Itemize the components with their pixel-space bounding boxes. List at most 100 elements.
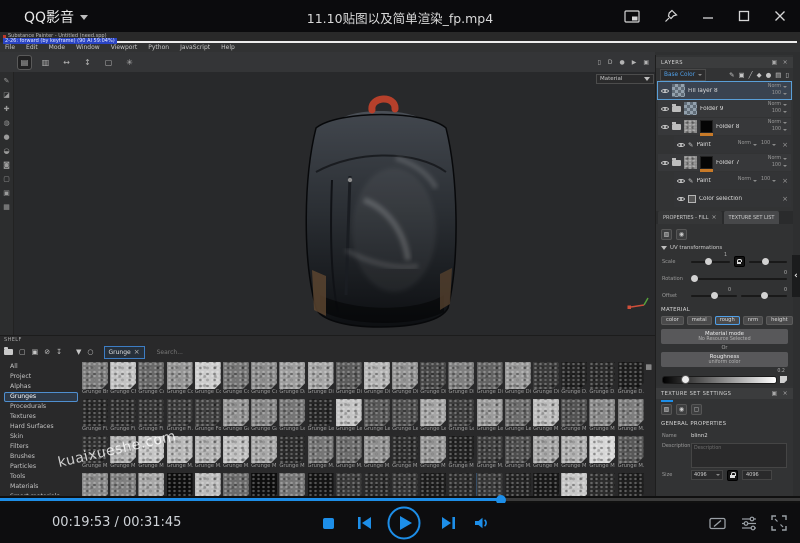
resource-tile[interactable]: Grunge Di.. [448, 362, 474, 396]
resource-tile[interactable]: Grunge Le.. [308, 399, 334, 433]
resource-tile[interactable]: Grunge Di.. [533, 362, 559, 396]
material-mode-button[interactable]: Material mode No Resource Selected [661, 329, 788, 344]
layer-row[interactable]: ✎ Fill layer 8 Norm 100 × [658, 82, 791, 99]
close-icon[interactable]: × [783, 391, 788, 397]
resource-tile[interactable]: Grunge Co.. [251, 362, 277, 396]
channel-chip[interactable]: color [661, 316, 684, 325]
resource-tile[interactable]: Grunge Di.. [392, 362, 418, 396]
layer-content-thumbnail[interactable] [684, 120, 697, 133]
resource-tile[interactable]: Grunge Le.. [336, 399, 362, 433]
close-icon[interactable]: × [783, 60, 788, 66]
resource-tile[interactable]: Grunge S.. [279, 473, 305, 497]
channel-filter-dropdown[interactable]: Base Color [660, 69, 706, 81]
shelf-category[interactable]: Grunges [4, 392, 78, 402]
add-folder-icon[interactable]: ▤ [775, 71, 781, 79]
layer-row[interactable]: ✎ Paint Norm 100 × [674, 172, 791, 189]
resource-tile[interactable]: Grunge S.. [618, 473, 644, 497]
resource-tile[interactable]: Grunge Le.. [279, 399, 305, 433]
undock-icon[interactable]: ▣ [771, 60, 777, 66]
resource-tile[interactable]: Grunge S.. [336, 473, 362, 497]
visibility-eye-icon[interactable] [661, 123, 669, 131]
resource-tile[interactable]: Grunge Br.. [82, 362, 108, 396]
channel-chip[interactable]: height [766, 316, 793, 325]
add-effect-icon[interactable]: ✎ [729, 71, 734, 79]
resource-tile[interactable]: Grunge S.. [392, 473, 418, 497]
resource-tile[interactable]: Grunge Le.. [477, 399, 503, 433]
resource-tile[interactable]: Grunge S.. [364, 473, 390, 497]
photoshop-icon[interactable]: ▣ [3, 189, 10, 198]
close-icon[interactable]: × [711, 214, 716, 221]
shelf-category[interactable]: Tools [4, 472, 78, 482]
material-picker-icon[interactable]: ◙ [3, 161, 10, 170]
resource-tile[interactable]: Grunge S.. [110, 473, 136, 497]
pin-on-top-icon[interactable] [664, 9, 678, 23]
remove-layer-icon[interactable]: × [782, 195, 788, 203]
layer-checker-thumbnail[interactable] [672, 84, 685, 97]
roughness-mode-button[interactable]: Roughness uniform color [661, 352, 788, 367]
resource-tile[interactable]: Grunge Co.. [195, 362, 221, 396]
shelf-category[interactable]: All [4, 362, 78, 372]
layer-row[interactable]: ✎ Folder 7 Norm 100 × [658, 154, 791, 171]
eraser-icon[interactable]: ◪ [3, 91, 10, 100]
play-button[interactable] [387, 503, 421, 543]
undock-icon[interactable]: ▣ [771, 391, 777, 397]
shelf-category[interactable]: Skin [4, 432, 78, 442]
resource-tile[interactable]: Grunge S.. [448, 473, 474, 497]
display-mode-icon[interactable]: D [608, 59, 613, 66]
shelf-category[interactable]: Project [4, 372, 78, 382]
resource-tile[interactable]: Grunge M.. [308, 436, 334, 470]
resource-tile[interactable]: Grunge Fo.. [195, 399, 221, 433]
visibility-eye-icon[interactable] [661, 105, 669, 113]
settings-gear-icon[interactable]: ✳ [123, 56, 136, 69]
bake-tab-icon[interactable]: ▢ [691, 404, 702, 415]
shelf-category[interactable]: Alphas [4, 382, 78, 392]
minimize-icon[interactable] [702, 10, 714, 22]
offset-v-slider[interactable] [741, 295, 787, 297]
resource-tile[interactable]: Grunge M.. [223, 436, 249, 470]
import-icon[interactable]: ↧ [56, 347, 62, 357]
resource-tile[interactable]: Grunge S.. [167, 473, 193, 497]
visibility-eye-icon[interactable] [661, 159, 669, 167]
remove-layer-icon[interactable]: × [782, 177, 788, 185]
resource-tile[interactable]: Grunge S.. [477, 473, 503, 497]
layer-row[interactable]: ✎ Folder 8 Norm 100 × [658, 118, 791, 135]
seek-bar[interactable] [0, 496, 800, 503]
layer-mask-thumbnail[interactable] [700, 120, 713, 133]
scale-v-slider[interactable] [749, 261, 788, 263]
resource-tile[interactable]: Grunge M.. [448, 436, 474, 470]
resource-tile[interactable]: Grunge Ga.. [251, 399, 277, 433]
resource-tile[interactable]: Grunge Le.. [420, 399, 446, 433]
paint-tool-icon[interactable]: ▤ [18, 56, 31, 69]
resource-tile[interactable]: Grunge Da.. [279, 362, 305, 396]
uv-transformations-section[interactable]: UV transformations [656, 243, 793, 252]
resource-tile[interactable]: Grunge Fi.. [138, 399, 164, 433]
polygon-fill-icon[interactable]: ◍ [3, 119, 9, 128]
resource-tile[interactable]: Grunge Co.. [223, 362, 249, 396]
channels-tab-icon[interactable]: ▧ [661, 404, 672, 415]
resource-tile[interactable]: Grunge M.. [618, 399, 644, 433]
roughness-gradient-slider[interactable] [662, 376, 777, 384]
mesh-tab-icon[interactable]: ◉ [676, 404, 687, 415]
add-stamp-icon[interactable]: ▣ [739, 71, 745, 79]
smudge-icon[interactable]: ● [3, 133, 9, 142]
resource-tile[interactable]: Grunge Le.. [448, 399, 474, 433]
resource-tile[interactable]: Grunge Ch.. [110, 362, 136, 396]
add-smart-material-icon[interactable]: ● [766, 71, 772, 79]
volume-button[interactable] [470, 503, 494, 543]
close-icon[interactable] [774, 10, 786, 22]
shelf-category[interactable]: Textures [4, 412, 78, 422]
shelf-category[interactable]: Smart materials [4, 492, 78, 495]
search-input[interactable]: Search... [157, 349, 183, 356]
layer-row[interactable]: ✎ Folder 9 Norm 100 × [658, 100, 791, 117]
opacity-dropdown[interactable]: 100 [772, 163, 787, 170]
viewport-shading-dropdown[interactable]: Material [596, 74, 654, 84]
quick-mask-icon[interactable]: ▢ [3, 175, 10, 184]
filter-funnel-icon[interactable]: ▼ [76, 347, 81, 357]
resource-tile[interactable]: Grunge M.. [618, 436, 644, 470]
resource-tile[interactable]: Grunge M.. [533, 399, 559, 433]
new-folder-icon[interactable]: ▢ [19, 347, 26, 357]
opacity-dropdown[interactable]: 100 [761, 141, 776, 148]
resource-tile[interactable]: Grunge S.. [308, 473, 334, 497]
sp-menu-item[interactable]: JavaScript [180, 44, 210, 51]
resource-tile[interactable]: Grunge S.. [82, 473, 108, 497]
